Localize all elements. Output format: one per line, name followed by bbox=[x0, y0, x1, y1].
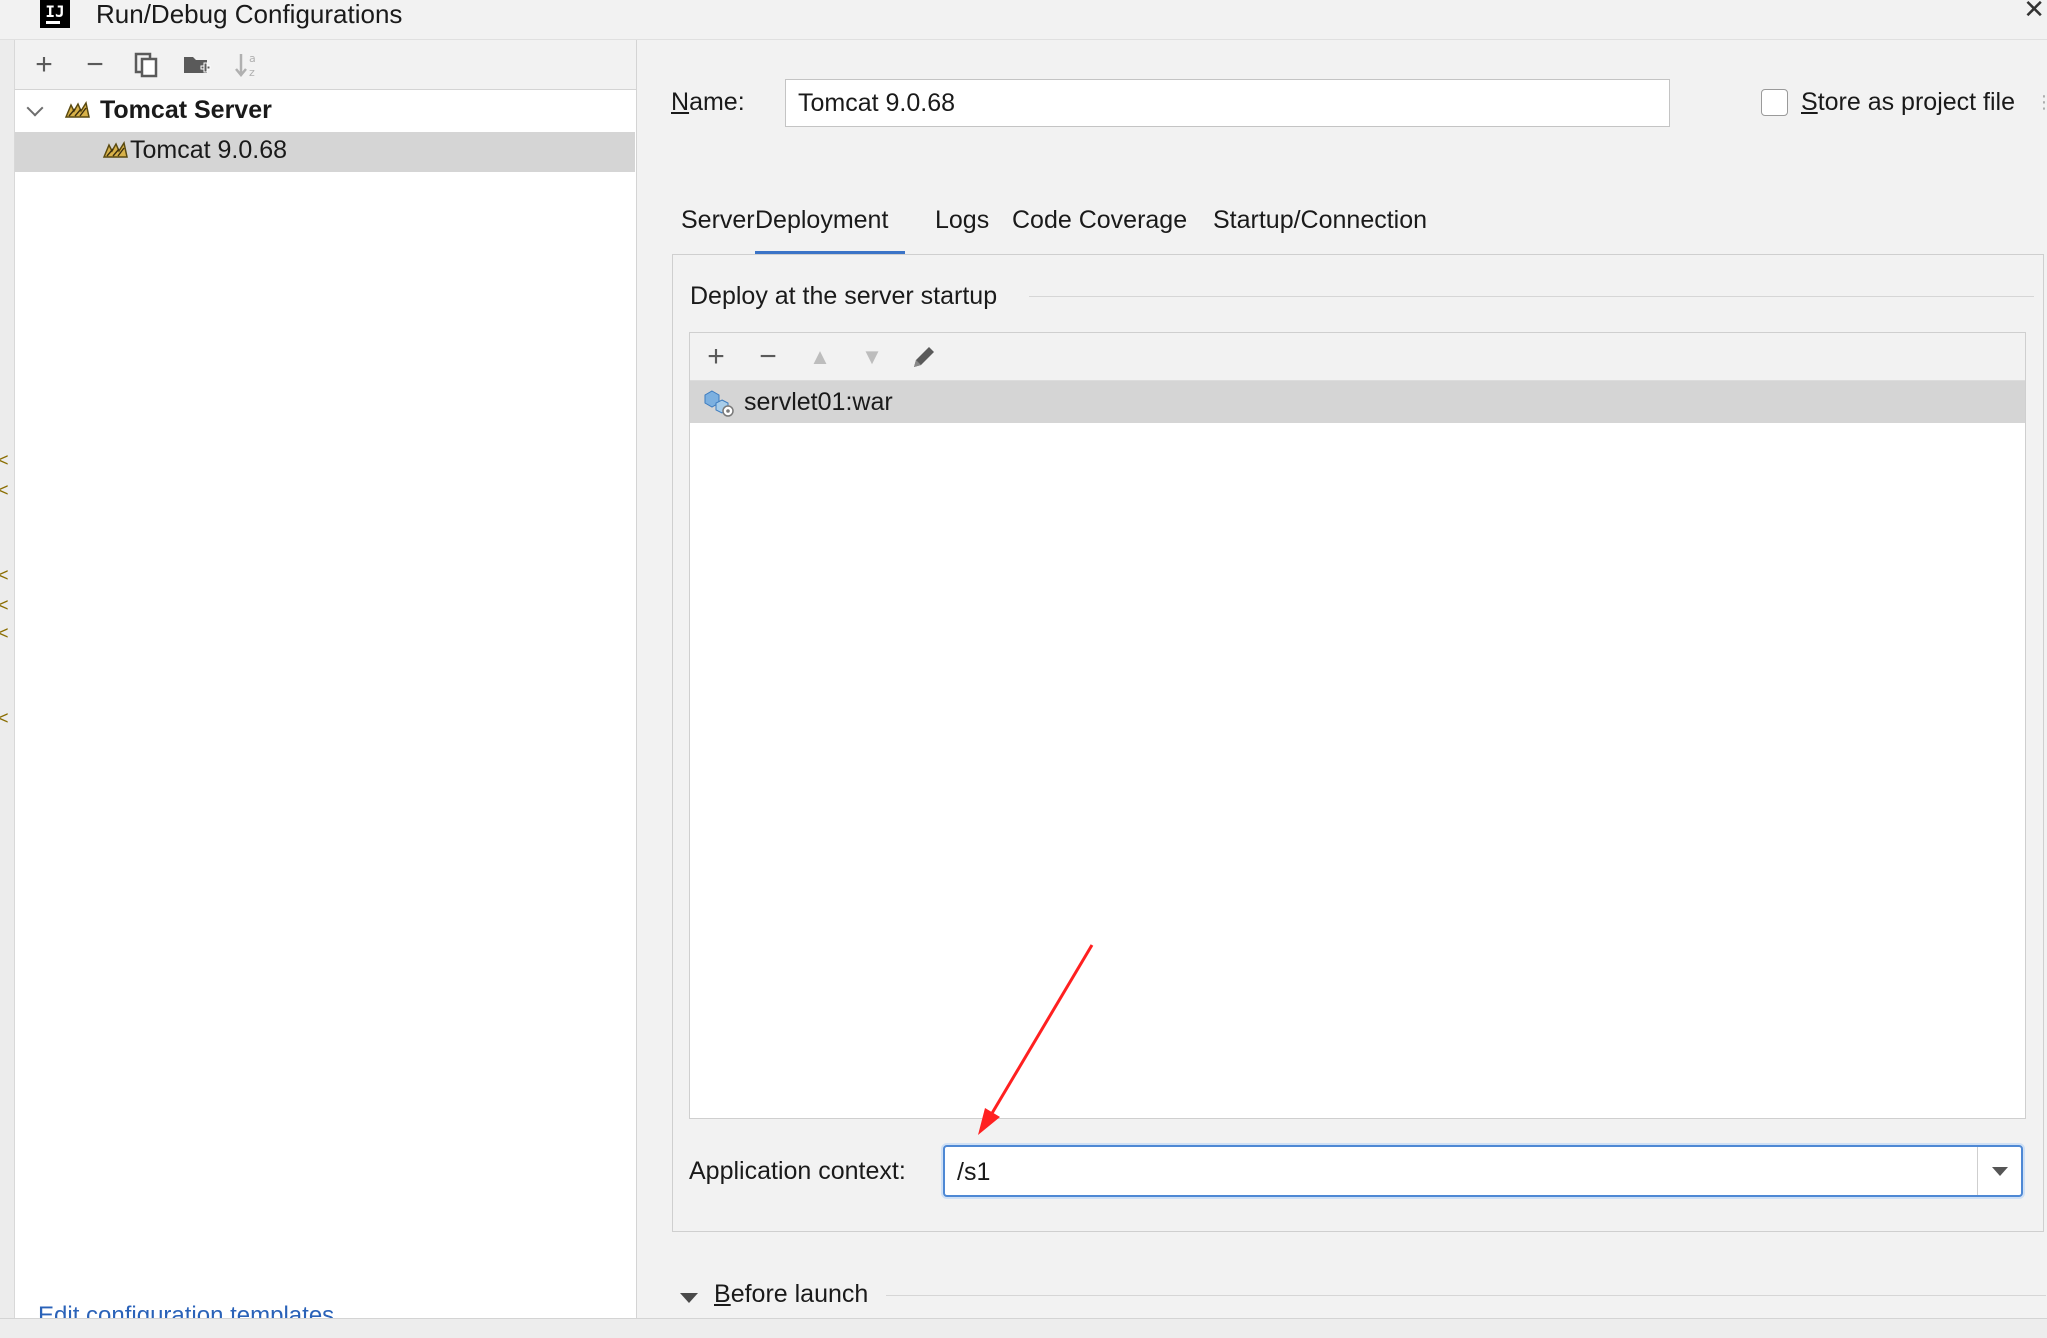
copy-configuration-button[interactable] bbox=[129, 48, 163, 82]
tab-code-coverage[interactable]: Code Coverage bbox=[1012, 200, 1187, 255]
application-context-combobox[interactable]: /s1 bbox=[943, 1145, 2023, 1197]
close-window-button[interactable]: ✕ bbox=[2023, 0, 2045, 25]
arrow-up-icon: ▲ bbox=[809, 344, 831, 369]
chevron-down-icon[interactable] bbox=[1977, 1147, 2021, 1195]
intellij-logo-icon: IJ bbox=[40, 0, 70, 28]
configuration-toolbar: + − az bbox=[15, 40, 636, 90]
add-artifact-button[interactable]: + bbox=[698, 339, 734, 375]
arrow-down-icon: ▼ bbox=[861, 344, 883, 369]
name-label-mnemonic: N bbox=[671, 88, 690, 116]
tab-logs[interactable]: Logs bbox=[935, 200, 989, 255]
tab-server[interactable]: Server bbox=[681, 200, 755, 255]
background-editor-glyph: < bbox=[0, 565, 9, 586]
before-launch-text: efore launch bbox=[730, 1280, 869, 1308]
svg-text:a: a bbox=[249, 52, 256, 65]
chevron-down-icon[interactable] bbox=[27, 102, 43, 118]
configuration-tree-panel: + − az Tomcat Server Tomcat 9.0.68 Edit … bbox=[15, 40, 637, 1329]
tree-group-tomcat-server[interactable]: Tomcat Server bbox=[15, 92, 635, 132]
gear-icon[interactable]: ⋮ bbox=[2035, 92, 2047, 112]
minus-icon: − bbox=[86, 48, 104, 81]
tomcat-icon bbox=[101, 139, 129, 163]
tomcat-icon bbox=[63, 99, 91, 123]
move-down-button[interactable]: ▼ bbox=[854, 339, 890, 375]
pencil-icon bbox=[914, 347, 934, 367]
store-label-mnemonic: S bbox=[1801, 88, 1818, 116]
store-as-project-file-label[interactable]: Store as project file bbox=[1801, 88, 2015, 117]
svg-text:z: z bbox=[249, 66, 255, 79]
artifact-label: servlet01:war bbox=[744, 388, 893, 416]
war-artifact-icon bbox=[704, 389, 734, 417]
copy-icon bbox=[134, 52, 158, 78]
deployment-panel: Deploy at the server startup + − ▲ ▼ ser… bbox=[672, 254, 2044, 1232]
background-editor-glyph: < bbox=[0, 623, 9, 644]
window-title: Run/Debug Configurations bbox=[96, 0, 403, 29]
sort-alpha-icon: az bbox=[235, 52, 256, 79]
minus-icon: − bbox=[759, 340, 777, 373]
application-context-input[interactable]: /s1 bbox=[957, 1158, 990, 1187]
before-launch-label: Before launch bbox=[714, 1280, 879, 1309]
name-input[interactable]: Tomcat 9.0.68 bbox=[785, 79, 1670, 127]
store-as-project-file-checkbox[interactable] bbox=[1761, 89, 1788, 116]
background-editor-glyph: < bbox=[0, 595, 9, 616]
title-bar: IJ Run/Debug Configurations ✕ bbox=[0, 0, 2047, 40]
move-up-button[interactable]: ▲ bbox=[802, 339, 838, 375]
folder-add-icon bbox=[184, 57, 211, 73]
tab-startup-connection[interactable]: Startup/Connection bbox=[1213, 200, 1427, 255]
sort-configurations-button[interactable]: az bbox=[231, 48, 265, 82]
tree-item-label: Tomcat 9.0.68 bbox=[130, 136, 288, 164]
background-editor-glyph: < bbox=[0, 480, 9, 501]
group-separator bbox=[1029, 296, 2034, 297]
background-editor-glyph: < bbox=[0, 450, 9, 471]
dialog-bottom-edge bbox=[0, 1318, 2047, 1338]
background-editor-glyph: < bbox=[0, 708, 9, 729]
name-label-text: ame: bbox=[689, 88, 745, 116]
before-launch-mnemonic: B bbox=[714, 1280, 731, 1308]
store-label-text: tore as project file bbox=[1817, 88, 2016, 116]
triangle-down-icon[interactable] bbox=[680, 1293, 698, 1303]
plus-icon: + bbox=[35, 48, 53, 81]
add-configuration-button[interactable]: + bbox=[27, 48, 61, 82]
tab-deployment[interactable]: Deployment bbox=[755, 200, 905, 255]
artifact-toolbar: + − ▲ ▼ bbox=[690, 333, 2025, 381]
application-context-label: Application context: bbox=[689, 1157, 906, 1185]
artifact-list: + − ▲ ▼ servlet01:war bbox=[689, 332, 2026, 1119]
before-launch-section[interactable]: Before launch bbox=[676, 1280, 2046, 1316]
remove-configuration-button[interactable]: − bbox=[78, 48, 112, 82]
tree-group-label: Tomcat Server bbox=[100, 96, 272, 124]
section-separator bbox=[886, 1295, 2046, 1296]
remove-artifact-button[interactable]: − bbox=[750, 339, 786, 375]
move-to-folder-button[interactable] bbox=[180, 48, 214, 82]
edit-artifact-button[interactable] bbox=[906, 339, 942, 375]
deploy-group-title: Deploy at the server startup bbox=[690, 282, 1008, 311]
name-label: Name: bbox=[671, 88, 745, 117]
background-editor-strip: < < < < < < bbox=[0, 40, 15, 1338]
tree-item-tomcat-9-0-68[interactable]: Tomcat 9.0.68 bbox=[15, 132, 635, 172]
plus-icon: + bbox=[707, 340, 725, 373]
artifact-row-servlet01-war[interactable]: servlet01:war bbox=[690, 381, 2025, 423]
